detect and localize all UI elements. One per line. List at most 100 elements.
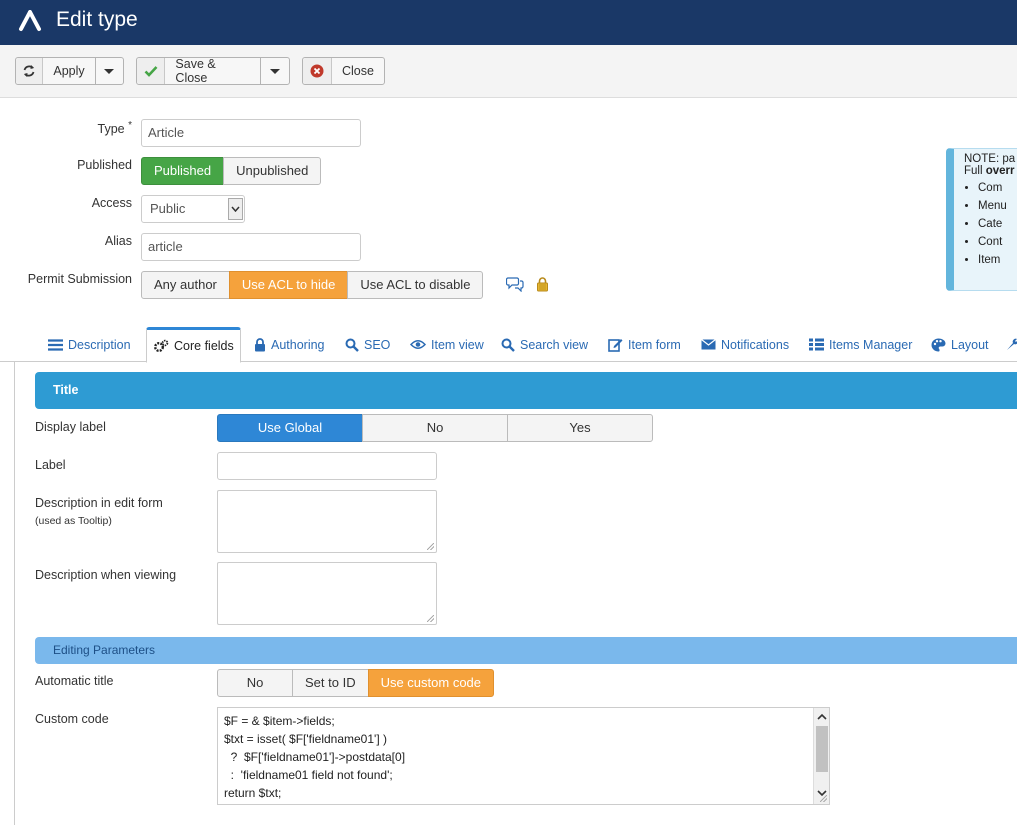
search-icon: [501, 338, 515, 352]
tab-description[interactable]: Description: [48, 327, 131, 362]
close-button[interactable]: Close: [302, 57, 385, 85]
toolbar: Apply Save & Close Close: [0, 45, 1017, 98]
acl-disable-option[interactable]: Use ACL to disable: [347, 271, 484, 299]
apply-dropdown-toggle[interactable]: [94, 58, 123, 84]
set-to-id-option[interactable]: Set to ID: [292, 669, 369, 697]
resize-grip-icon[interactable]: [820, 795, 827, 802]
page-header: Edit type: [0, 0, 1017, 45]
type-label-text: Type: [97, 122, 125, 137]
note-line-2-bold: overr: [985, 165, 1015, 177]
published-label: Published: [77, 158, 132, 172]
tab-notifications-label: Notifications: [721, 337, 790, 352]
tab-core-fields[interactable]: Core fields: [146, 327, 241, 363]
tab-layout-label: Layout: [951, 337, 989, 352]
note-line-2: Full overr: [964, 165, 1017, 177]
save-close-button[interactable]: Save & Close: [165, 57, 259, 85]
desc-edit-label: Description in edit form (used as Toolti…: [35, 496, 163, 527]
custom-code-option[interactable]: Use custom code: [367, 669, 495, 697]
save-close-button-group: Save & Close: [136, 57, 290, 85]
tab-seo-label: SEO: [364, 337, 391, 352]
wrench-icon[interactable]: [1006, 337, 1017, 351]
tab-notifications[interactable]: Notifications: [701, 327, 789, 362]
published-toggle: Published Unpublished: [141, 157, 322, 185]
desc-edit-label-text: Description in edit form: [35, 496, 163, 510]
search-icon: [345, 338, 359, 352]
check-icon: [137, 58, 166, 84]
resize-grip-icon[interactable]: [427, 615, 434, 622]
tab-item-view[interactable]: Item view: [410, 327, 484, 362]
cogs-icon: [154, 339, 169, 352]
note-list-item: Com: [978, 179, 1017, 197]
access-select-value: Public: [150, 201, 186, 216]
tab-search-view-label: Search view: [520, 337, 589, 352]
caret-down-icon: [104, 68, 115, 74]
label-field-label: Label: [35, 458, 66, 472]
desc-edit-textarea[interactable]: [217, 490, 437, 553]
note-list-item: Menu: [978, 197, 1017, 215]
required-mark: *: [128, 120, 132, 131]
access-select[interactable]: Public: [141, 195, 245, 223]
display-label-toggle: Use Global No Yes: [217, 414, 653, 442]
acl-hide-option[interactable]: Use ACL to hide: [228, 271, 349, 299]
tab-description-label: Description: [68, 337, 131, 352]
tab-authoring[interactable]: Authoring: [254, 327, 325, 362]
close-button-label: Close: [342, 64, 374, 78]
permit-submission-toggle: Any author Use ACL to hide Use ACL to di…: [141, 271, 484, 299]
access-label: Access: [91, 196, 132, 210]
tab-items-manager-label: Items Manager: [829, 337, 913, 352]
resize-grip-icon[interactable]: [427, 543, 434, 550]
note-list-item: Cont: [978, 233, 1017, 251]
tab-core-fields-label: Core fields: [174, 339, 234, 353]
auto-title-no-option[interactable]: No: [217, 669, 293, 697]
auto-title-label: Automatic title: [35, 674, 114, 688]
note-list: Com Menu Cate Cont Item: [964, 179, 1017, 269]
alias-input[interactable]: article: [141, 233, 361, 261]
unpublished-option[interactable]: Unpublished: [223, 157, 322, 185]
save-close-dropdown-toggle[interactable]: [259, 58, 289, 84]
tab-items-manager[interactable]: Items Manager: [809, 327, 912, 362]
refresh-icon: [16, 58, 44, 84]
any-author-option[interactable]: Any author: [141, 271, 230, 299]
grid-list-icon: [809, 338, 824, 351]
tab-item-form[interactable]: Item form: [608, 327, 681, 362]
page-title: Edit type: [56, 8, 138, 31]
scrollbar-thumb[interactable]: [816, 726, 828, 772]
note-line-2-prefix: Full: [964, 165, 986, 177]
yes-option[interactable]: Yes: [507, 414, 653, 442]
scroll-up-icon[interactable]: [817, 712, 827, 722]
note-list-item: Item: [978, 251, 1017, 269]
tab-layout[interactable]: Layout: [931, 327, 989, 362]
label-input[interactable]: [217, 452, 437, 480]
type-input[interactable]: Article: [141, 119, 361, 147]
tab-item-view-label: Item view: [431, 337, 484, 352]
lock-icon: [537, 277, 548, 292]
auto-title-toggle: No Set to ID Use custom code: [217, 669, 495, 697]
palette-icon: [931, 338, 946, 351]
mail-icon: [701, 339, 716, 350]
tab-seo[interactable]: SEO: [345, 327, 390, 362]
eye-icon: [410, 340, 426, 349]
note-line-1: NOTE: pa: [964, 153, 1016, 165]
caret-down-icon: [269, 68, 280, 74]
desc-view-textarea[interactable]: [217, 562, 437, 625]
tab-bar: Description Core fields Authoring SEO It…: [0, 327, 1017, 363]
type-label: Type *: [60, 120, 133, 137]
apply-button[interactable]: Apply: [43, 64, 94, 78]
note-panel: NOTE: pa Full overr Com Menu Cate Cont I…: [946, 148, 1017, 291]
apply-button-group: Apply: [15, 57, 124, 85]
use-global-option[interactable]: Use Global: [217, 414, 363, 442]
subsection-title: Editing Parameters: [35, 637, 1017, 664]
app-logo-icon: [19, 10, 41, 31]
desc-view-label: Description when viewing: [35, 568, 177, 582]
lock-icon: [255, 337, 265, 351]
alias-label: Alias: [104, 234, 132, 248]
edit-icon: [608, 338, 623, 352]
code-scrollbar[interactable]: [813, 708, 829, 804]
no-option[interactable]: No: [362, 414, 508, 442]
published-option[interactable]: Published: [141, 157, 225, 185]
tab-authoring-label: Authoring: [271, 337, 325, 352]
custom-code-textarea[interactable]: $F = & $item->fields; $txt = isset( $F['…: [217, 707, 830, 805]
permit-submission-label: Permit Submission: [27, 272, 132, 286]
tab-search-view[interactable]: Search view: [501, 327, 588, 362]
comments-icon[interactable]: [506, 276, 524, 292]
